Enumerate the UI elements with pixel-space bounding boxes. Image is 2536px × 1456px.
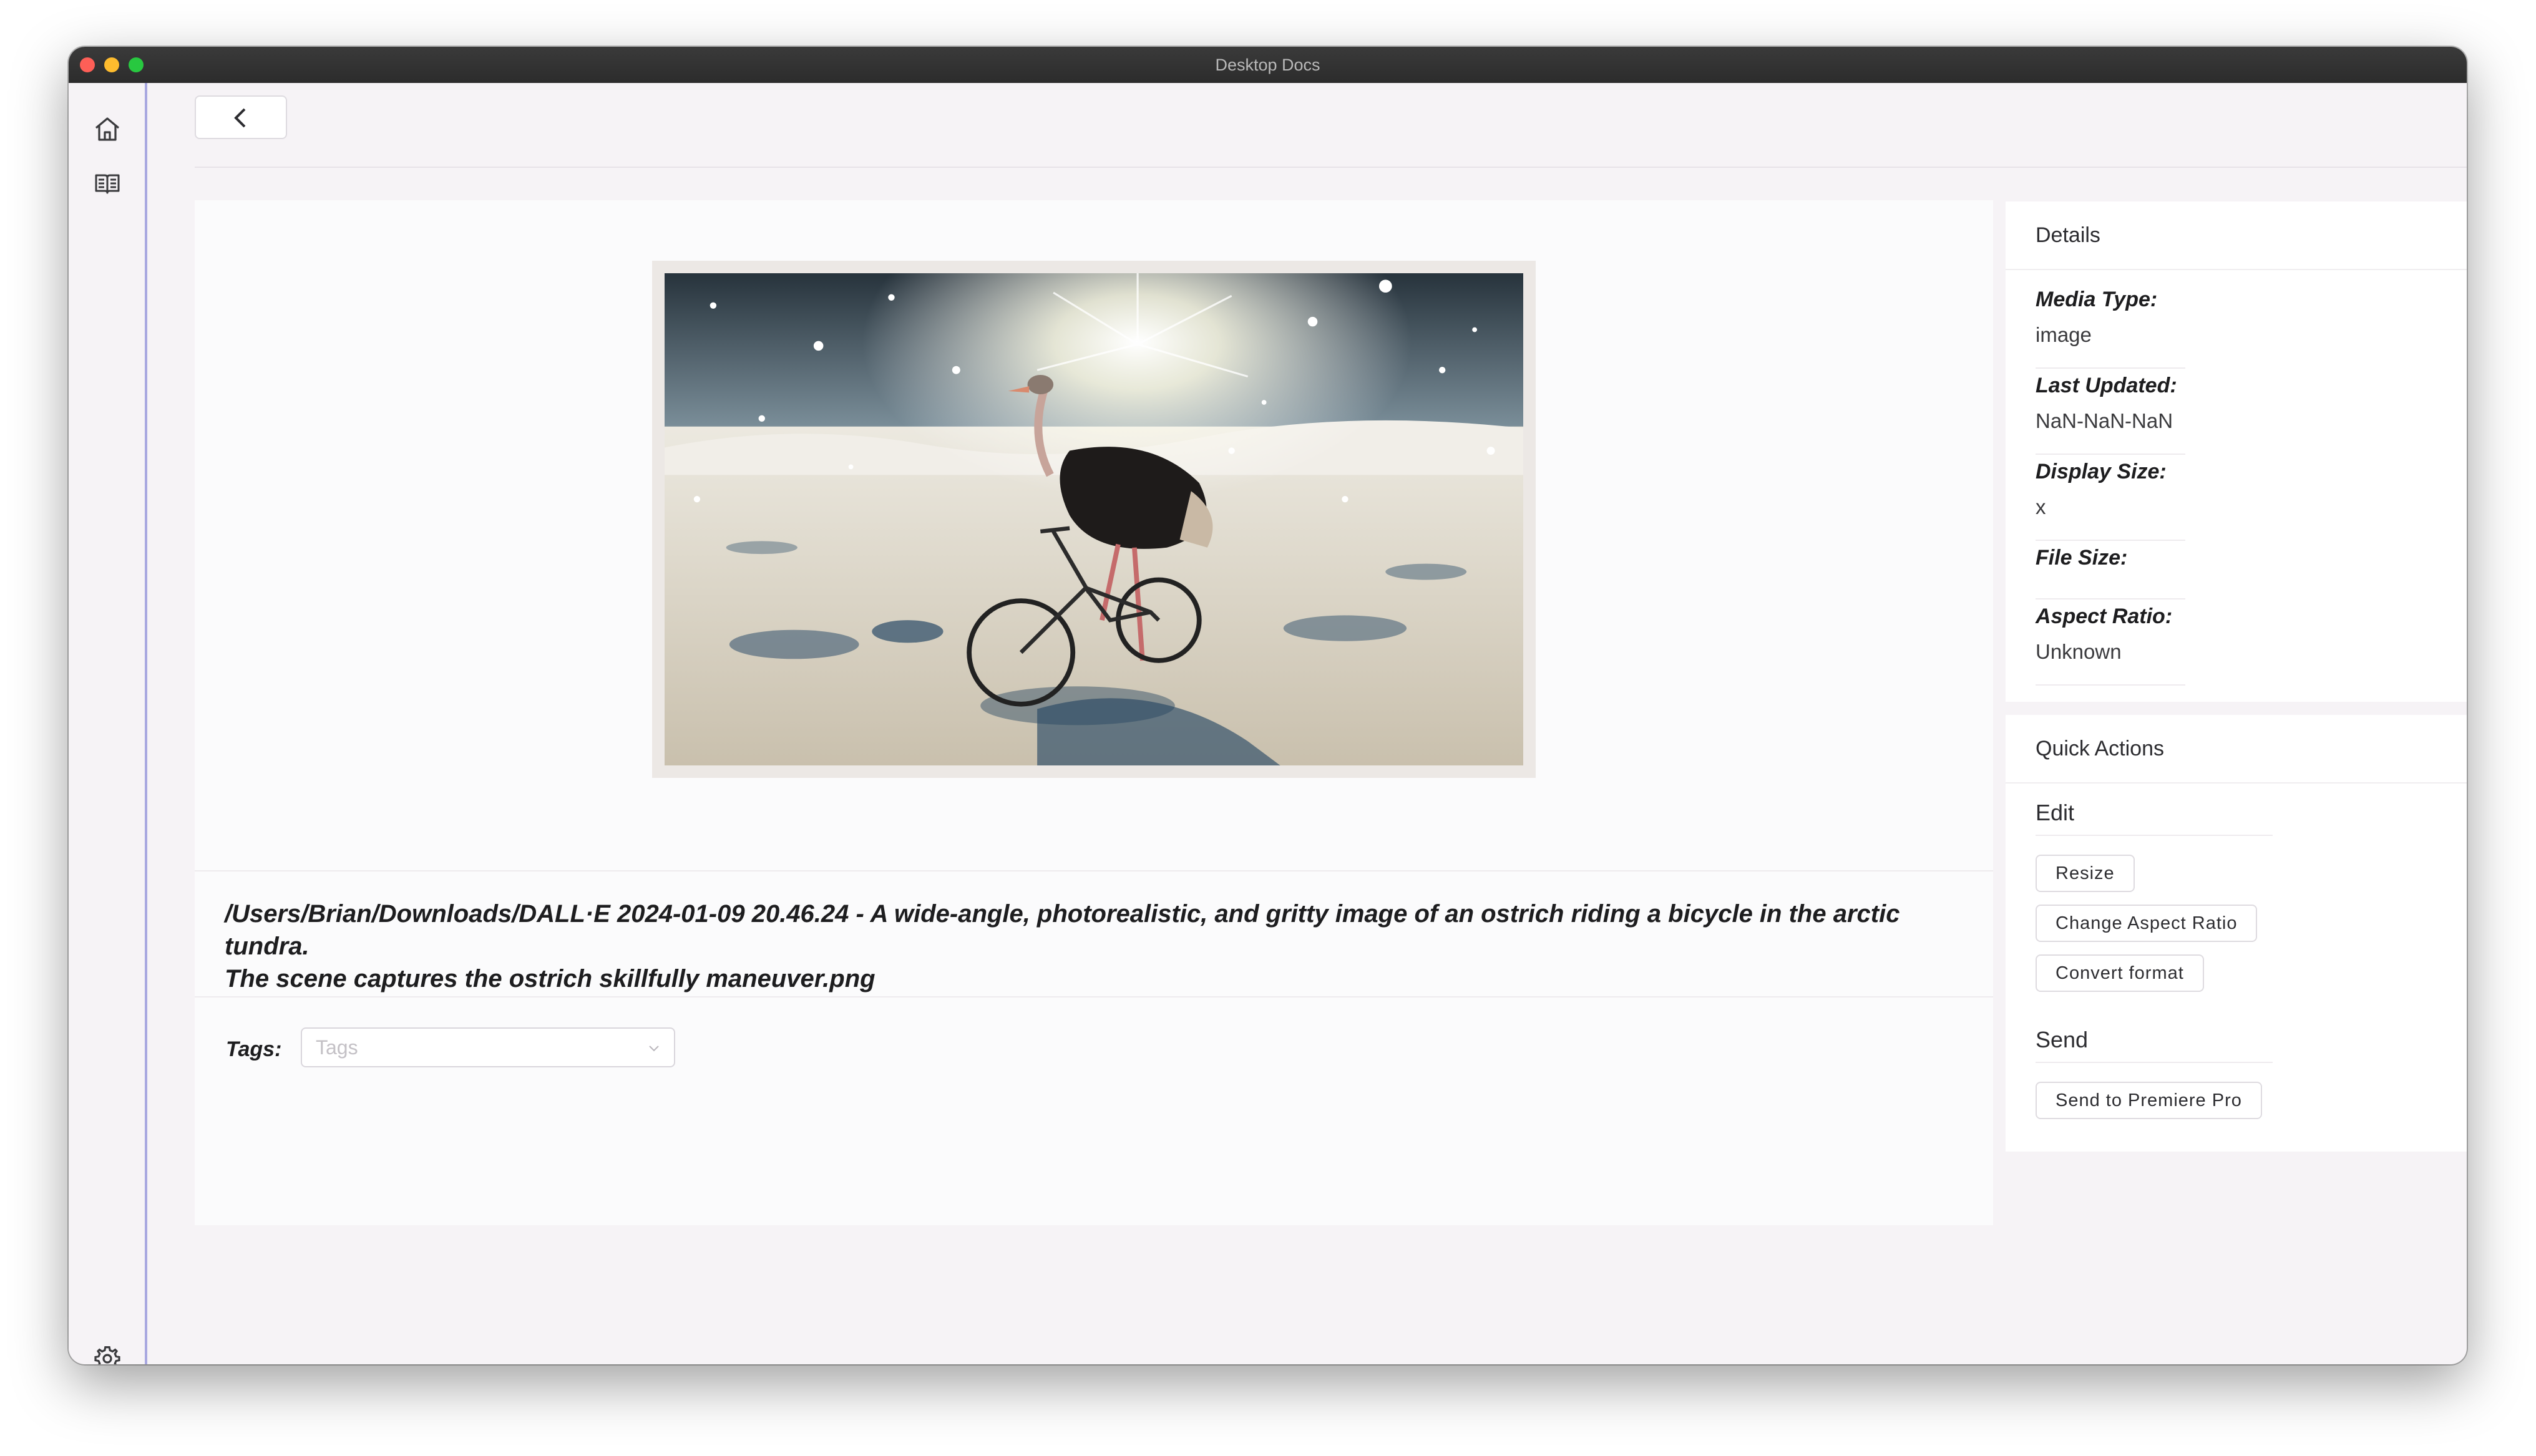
send-to-premiere-button[interactable]: Send to Premiere Pro (2036, 1082, 2262, 1119)
title-bar: Desktop Docs (69, 47, 2467, 83)
details-title: Details (2006, 201, 2467, 270)
ostrich-bicycle-image (665, 273, 1523, 765)
home-icon[interactable] (92, 114, 122, 144)
tags-divider (195, 996, 1993, 997)
main-area: /Users/Brian/Downloads/DALL·E 2024-01-09… (147, 83, 2467, 1364)
chevron-left-icon (234, 108, 246, 128)
aspect-ratio-value: Unknown (2036, 640, 2122, 663)
window-title: Desktop Docs (1215, 56, 1320, 74)
tags-label: Tags: (226, 1037, 282, 1061)
edit-section-title: Edit (2036, 800, 2075, 825)
sidebar (69, 83, 147, 1364)
display-size-field: Display Size: x (2036, 460, 2185, 519)
media-type-value: image (2036, 323, 2092, 346)
aspect-ratio-label: Aspect Ratio: (2036, 604, 2173, 628)
media-content-card: /Users/Brian/Downloads/DALL·E 2024-01-09… (195, 200, 1993, 1225)
chevron-down-icon (649, 1046, 659, 1052)
media-type-label: Media Type: (2036, 288, 2158, 311)
quick-actions-panel: Quick Actions Edit Resize Change Aspect … (2006, 715, 2467, 1152)
resize-button[interactable]: Resize (2036, 855, 2135, 892)
file-size-field: File Size: (2036, 546, 2185, 581)
section-divider (2036, 1062, 2273, 1063)
media-preview (652, 261, 1536, 778)
aspect-ratio-field: Aspect Ratio: Unknown (2036, 604, 2185, 664)
last-updated-field: Last Updated: NaN-NaN-NaN (2036, 374, 2185, 433)
quick-actions-title: Quick Actions (2006, 715, 2467, 784)
detail-divider (2036, 684, 2185, 686)
display-size-value: x (2036, 495, 2046, 518)
display-size-label: Display Size: (2036, 460, 2167, 483)
send-section-title: Send (2036, 1027, 2089, 1052)
detail-divider (2036, 598, 2185, 599)
convert-format-button[interactable]: Convert format (2036, 954, 2204, 992)
file-path-text: /Users/Brian/Downloads/DALL·E 2024-01-09… (225, 900, 1900, 993)
last-updated-value: NaN-NaN-NaN (2036, 409, 2173, 432)
back-button[interactable] (195, 95, 287, 139)
detail-divider (2036, 454, 2185, 455)
file-size-label: File Size: (2036, 546, 2128, 570)
header-divider (195, 167, 2467, 168)
details-panel: Details Media Type: image Last Updated: … (2006, 201, 2467, 702)
gear-icon[interactable] (92, 1344, 122, 1364)
path-divider (195, 870, 1993, 871)
detail-divider (2036, 367, 2185, 369)
book-icon[interactable] (92, 168, 122, 198)
tags-select[interactable]: Tags (301, 1027, 675, 1067)
detail-divider (2036, 540, 2185, 541)
app-window: Desktop Docs /Users/Brian/Downloads/DALL… (69, 47, 2467, 1364)
section-divider (2036, 835, 2273, 836)
tags-placeholder: Tags (316, 1036, 358, 1059)
media-type-field: Media Type: image (2036, 288, 2185, 347)
change-aspect-ratio-button[interactable]: Change Aspect Ratio (2036, 905, 2258, 942)
last-updated-label: Last Updated: (2036, 374, 2177, 397)
